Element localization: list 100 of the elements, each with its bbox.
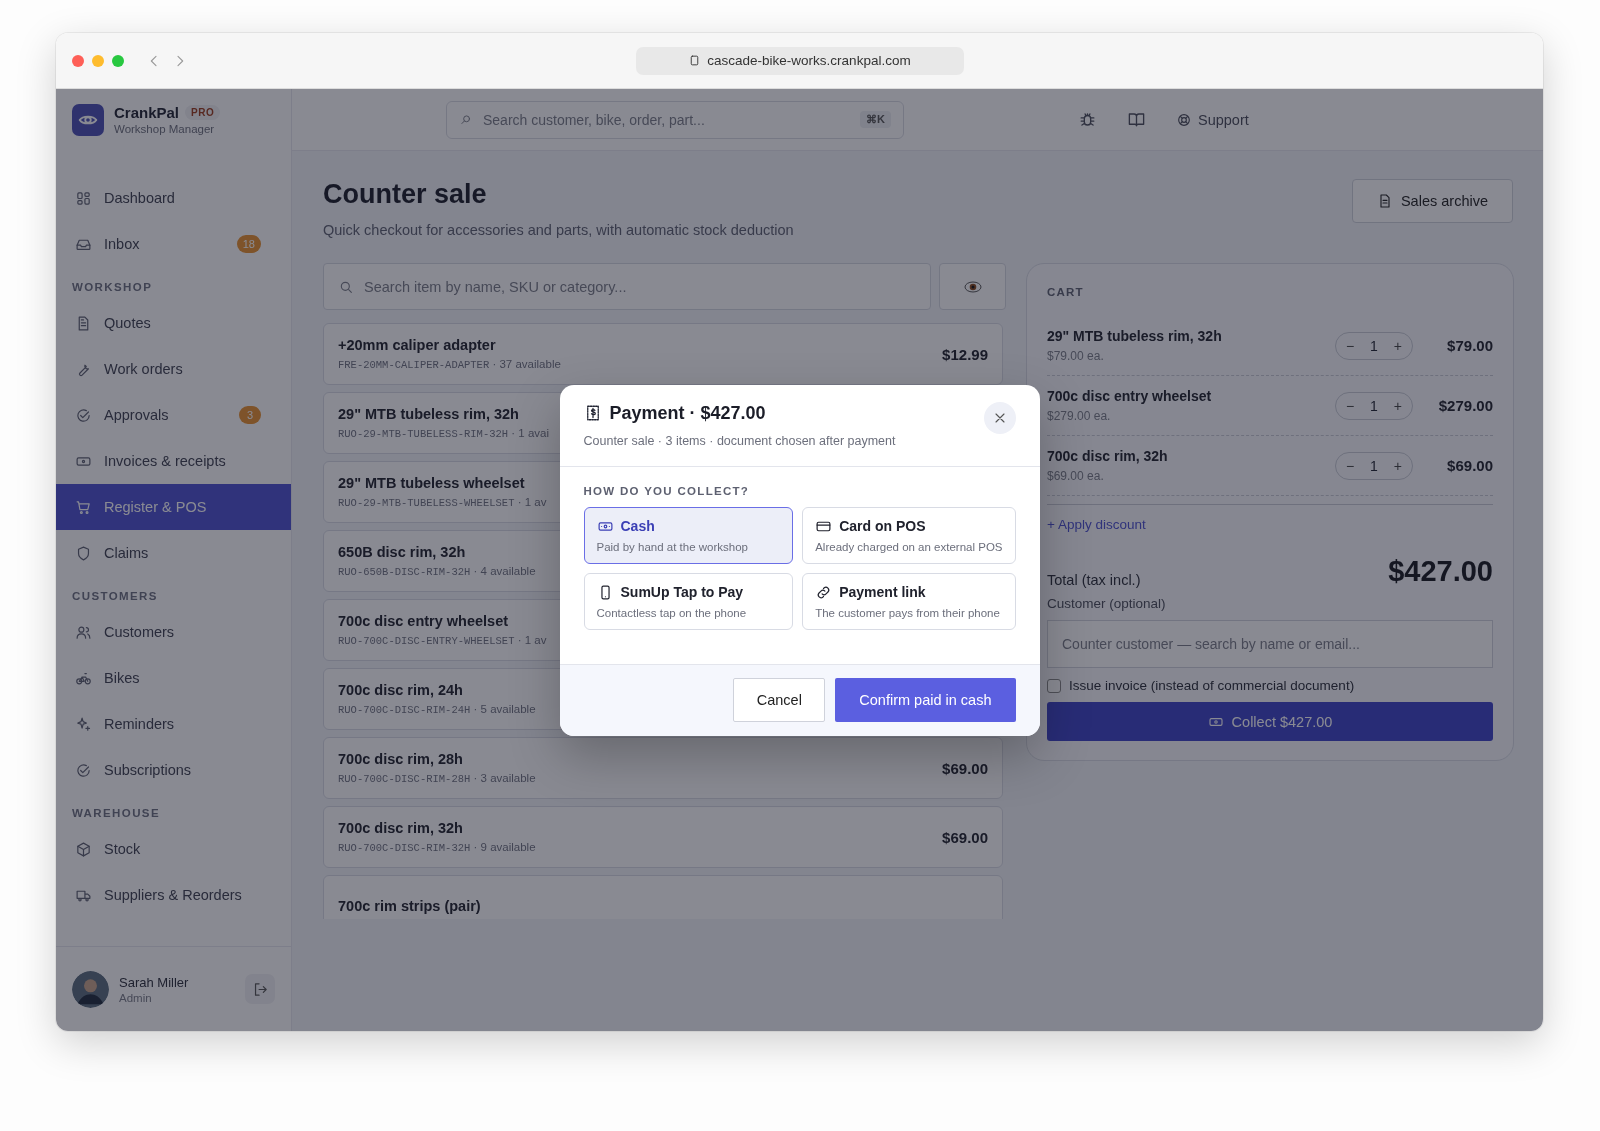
confirm-button[interactable]: Confirm paid in cash	[835, 677, 1016, 722]
grid-icon	[75, 189, 92, 207]
sidebar-item[interactable]: Stock	[56, 826, 291, 872]
line-total: $279.00	[1437, 397, 1493, 414]
product-name: 700c disc rim, 24h	[338, 682, 463, 698]
user-role: Admin	[119, 991, 153, 1004]
total-label: Total (tax incl.)	[1047, 572, 1141, 588]
payment-option[interactable]: Payment link The customer pays from their phone	[802, 572, 1016, 630]
bug-icon	[1078, 110, 1097, 129]
product-row[interactable]: 700c disc rim, 28h RUO-700C-DISC-RIM-28H · 3 available $69.00	[323, 737, 1003, 799]
product-price: $69.00	[942, 759, 988, 777]
close-button[interactable]	[983, 401, 1016, 434]
zoom-window-button[interactable]	[112, 54, 124, 67]
sidebar-item[interactable]: Invoices & receipts	[56, 438, 291, 484]
minimize-window-button[interactable]	[92, 54, 104, 67]
count-badge: 3	[239, 406, 261, 424]
sidebar-item[interactable]: Claims	[56, 530, 291, 576]
product-name: 29" MTB tubeless wheelset	[338, 475, 525, 491]
product-name: 29" MTB tubeless rim, 32h	[338, 406, 519, 422]
sku-code: FRE-20MM-CALIPER-ADAPTER	[338, 359, 490, 371]
stock-text: · 4 available	[473, 565, 536, 577]
stock-text: · 9 available	[473, 841, 536, 853]
product-price: $69.00	[942, 828, 988, 846]
cart-item-name: 700c disc entry wheelset	[1047, 388, 1213, 404]
payment-option[interactable]: Card on POS Already charged on an external POS	[802, 506, 1016, 564]
address-bar[interactable]: cascade-bike-works.crankpal.com	[635, 46, 964, 75]
product-name: 700c disc rim, 32h	[338, 820, 463, 836]
avatar	[72, 970, 109, 1008]
decrease-button[interactable]: −	[1341, 397, 1359, 414]
sku-code: RUO-700C-DISC-RIM-28H	[338, 773, 471, 785]
section-heading: CUSTOMERS	[71, 589, 159, 604]
sparkle-icon	[75, 715, 92, 733]
payment-option[interactable]: Cash Paid by hand at the workshop	[583, 506, 794, 564]
support-link[interactable]: Support	[1176, 111, 1249, 128]
stock-text: · 3 available	[473, 772, 536, 784]
increase-button[interactable]: +	[1389, 397, 1406, 414]
sidebar-item[interactable]: Customers	[56, 609, 291, 655]
collect-button[interactable]: Collect $427.00	[1047, 702, 1493, 741]
stock-text: · 1 avai	[511, 427, 550, 439]
customer-label: Customer (optional)	[1047, 596, 1167, 611]
product-row[interactable]: 700c disc rim, 32h RUO-700C-DISC-RIM-32H · 9 available $69.00	[323, 806, 1003, 868]
sidebar-item[interactable]: Inbox 18	[56, 221, 291, 267]
cancel-button[interactable]: Cancel	[733, 677, 826, 722]
eye-icon	[963, 280, 982, 293]
quantity-value: 1	[1370, 337, 1378, 354]
check-circle-icon	[75, 761, 92, 779]
sku-code: RUO-700C-DISC-ENTRY-WHEELSET	[338, 635, 515, 647]
url-text: cascade-bike-works.crankpal.com	[707, 53, 911, 68]
box-icon	[75, 840, 92, 858]
stock-text: · 37 available	[492, 358, 561, 370]
stock-text: · 5 available	[473, 703, 536, 715]
sidebar-item[interactable]: Suppliers & Reorders	[56, 872, 291, 918]
shortcut-badge: ⌘K	[860, 111, 891, 128]
close-window-button[interactable]	[72, 54, 84, 67]
decrease-button[interactable]: −	[1341, 337, 1359, 354]
sidebar-item[interactable]: Bikes	[56, 655, 291, 701]
quantity-value: 1	[1370, 457, 1378, 474]
cart-heading: CART	[1047, 286, 1085, 298]
sidebar-item[interactable]: Approvals 3	[56, 392, 291, 438]
dialog-title: Payment · $427.00	[609, 402, 766, 424]
logout-button[interactable]	[245, 974, 275, 1004]
product-row[interactable]: 700c rim strips (pair)	[323, 875, 1003, 919]
payment-option[interactable]: SumUp Tap to Pay Contactless tap on the phone	[583, 572, 794, 630]
unit-price: $79.00 ea.	[1047, 349, 1105, 363]
sku-code: RUO-29-MTB-TUBELESS-RIM-32H	[338, 428, 509, 440]
sidebar-item[interactable]: Dashboard	[56, 175, 291, 221]
search-field[interactable]: Search customer, bike, order, part... ⌘K	[446, 100, 904, 139]
product-name: +20mm caliper adapter	[338, 337, 496, 353]
invoice-checkbox[interactable]	[1047, 678, 1061, 693]
sales-archive-button[interactable]: Sales archive	[1351, 179, 1513, 223]
app-subtitle: Workshop Manager	[114, 123, 216, 135]
increase-button[interactable]: +	[1389, 337, 1406, 354]
book-icon	[1127, 110, 1146, 129]
user-name: Sarah Miller	[119, 974, 189, 990]
decrease-button[interactable]: −	[1341, 457, 1359, 474]
lifebuoy-icon	[1176, 111, 1192, 128]
sidebar-item[interactable]: Quotes	[56, 300, 291, 346]
section-heading: WORKSHOP	[71, 280, 154, 295]
sidebar-item[interactable]: Reminders	[56, 701, 291, 747]
apply-discount-link[interactable]: + Apply discount	[1047, 517, 1146, 532]
sku-code: RUO-700C-DISC-RIM-32H	[338, 842, 471, 854]
sidebar-item[interactable]: Register & POS	[56, 484, 291, 530]
stock-text: · 1 av	[517, 496, 547, 508]
customer-field[interactable]: Counter customer — search by name or email...	[1047, 620, 1493, 668]
visibility-toggle-button[interactable]	[939, 263, 1006, 310]
plan-badge: PRO	[185, 105, 221, 120]
sku-code: RUO-700C-DISC-RIM-24H	[338, 704, 471, 716]
sidebar-item[interactable]: Work orders	[56, 346, 291, 392]
stock-text: · 1 av	[517, 634, 547, 646]
section-heading: HOW DO YOU COLLECT?	[583, 484, 751, 497]
product-row[interactable]: +20mm caliper adapter FRE-20MM-CALIPER-ADAPTER · 37 available $12.99	[323, 323, 1003, 385]
dialog-subtitle: Counter sale · 3 items · document chosen after payment	[583, 433, 897, 448]
invoice-label: Issue invoice (instead of commercial document)	[1069, 678, 1355, 693]
shield-icon	[75, 544, 92, 562]
increase-button[interactable]: +	[1389, 457, 1406, 474]
item-search-field[interactable]: Search item by name, SKU or category...	[323, 263, 931, 310]
product-name: 700c disc entry wheelset	[338, 613, 509, 629]
sidebar-item[interactable]: Subscriptions	[56, 747, 291, 793]
logo-icon	[72, 103, 104, 136]
line-total: $69.00	[1446, 457, 1493, 474]
